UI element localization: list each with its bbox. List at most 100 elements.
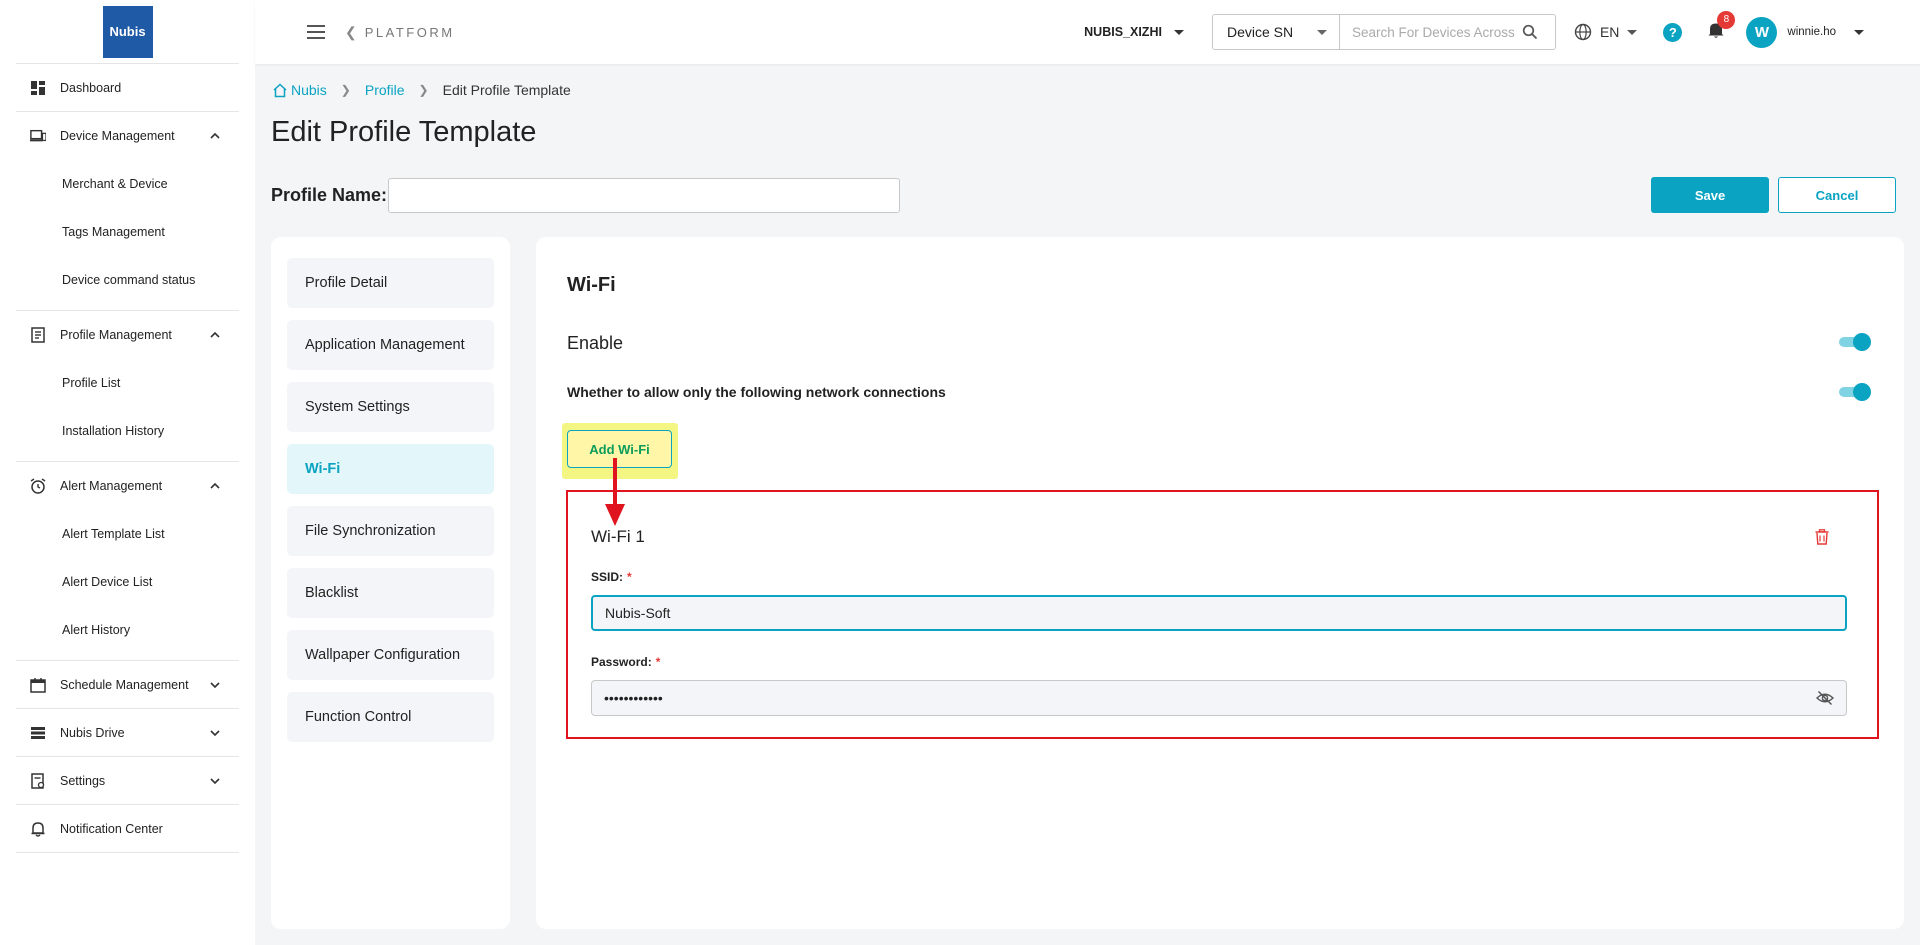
sidebar-item-label: Notification Center [60, 821, 163, 836]
notifications-button[interactable]: 8 [1708, 10, 1736, 44]
help-icon[interactable]: ? [1663, 22, 1683, 42]
profile-name-label: Profile Name: [271, 185, 388, 205]
password-field [591, 680, 1847, 716]
ssid-input[interactable] [591, 595, 1847, 631]
chevron-up-icon [210, 482, 220, 489]
notification-count-badge: 8 [1717, 10, 1736, 29]
cancel-button[interactable]: Cancel [1778, 177, 1896, 213]
page-title: Edit Profile Template [271, 116, 537, 148]
sidebar-item-alert-device-list[interactable]: Alert Device List [16, 558, 239, 606]
search-type-select[interactable]: Device SN [1213, 15, 1340, 49]
chevron-down-icon [210, 681, 220, 688]
language-select[interactable]: EN [1574, 23, 1638, 41]
device-management-submenu: Merchant & Device Tags Management Device… [16, 160, 239, 311]
eye-off-icon[interactable] [1816, 690, 1834, 706]
sidebar-item-notification-center[interactable]: Notification Center [16, 805, 239, 853]
sidebar-item-settings[interactable]: Settings [16, 757, 239, 805]
search-field [1340, 15, 1555, 49]
annotation-arrow-icon [605, 458, 625, 526]
ssid-label-text: SSID: [591, 570, 624, 584]
profile-name-input[interactable] [388, 178, 900, 213]
storage-icon [30, 725, 46, 741]
menu-toggle-icon[interactable] [307, 25, 325, 39]
caret-down-icon [1173, 29, 1184, 35]
save-button[interactable]: Save [1651, 177, 1769, 213]
help-glyph: ? [1668, 24, 1677, 40]
trash-icon[interactable] [1815, 529, 1829, 545]
alert-management-submenu: Alert Template List Alert Device List Al… [16, 510, 239, 661]
tab-system-settings[interactable]: System Settings [287, 382, 494, 432]
sidebar-item-device-command-status[interactable]: Device command status [16, 256, 239, 304]
top-bar: ❮ PLATFORM NUBIS_XIZHI Device SN EN ? 8 [255, 0, 1920, 64]
caret-down-icon [1316, 29, 1327, 35]
search-input[interactable] [1351, 24, 1522, 40]
sidebar-item-alert-history[interactable]: Alert History [16, 606, 239, 654]
sidebar-item-installation-history[interactable]: Installation History [16, 407, 239, 455]
sidebar-item-nubis-drive[interactable]: Nubis Drive [16, 709, 239, 757]
sidebar-item-label: Settings [60, 773, 106, 788]
dashboard-icon [30, 80, 46, 96]
chevron-down-icon [210, 729, 220, 736]
globe-icon [1574, 23, 1592, 41]
sidebar-item-profile-list[interactable]: Profile List [16, 359, 239, 407]
tab-file-synchronization[interactable]: File Synchronization [287, 506, 494, 556]
sidebar-item-label: Dashboard [60, 80, 122, 95]
logo-text: Nubis [109, 24, 146, 39]
sidebar-item-tags-management[interactable]: Tags Management [16, 208, 239, 256]
search-icon[interactable] [1522, 24, 1538, 40]
required-mark: * [655, 655, 661, 669]
enable-toggle[interactable] [1839, 332, 1871, 352]
profile-management-submenu: Profile List Installation History [16, 359, 239, 462]
required-mark: * [627, 570, 632, 584]
wifi-entry-title: Wi-Fi 1 [591, 527, 645, 546]
platform-label: PLATFORM [364, 24, 455, 40]
allow-only-networks-label: Whether to allow only the following netw… [567, 384, 946, 400]
ssid-label: SSID: * [591, 570, 632, 584]
allow-only-networks-toggle[interactable] [1839, 382, 1871, 402]
user-menu-caret-icon[interactable] [1854, 29, 1864, 35]
enable-label: Enable [567, 333, 624, 353]
breadcrumb-profile[interactable]: Profile [365, 82, 405, 98]
chevron-left-icon[interactable]: ❮ [345, 24, 357, 41]
wifi-settings-panel: Wi-Fi Enable Whether to allow only the f… [536, 237, 1904, 929]
tab-wifi[interactable]: Wi-Fi [287, 444, 494, 494]
wifi-entry-card: Wi-Fi 1 SSID:* Password:* [566, 490, 1879, 739]
device-icon [30, 128, 46, 144]
tab-application-management[interactable]: Application Management [287, 320, 494, 370]
organization-select[interactable]: NUBIS_XIZHI [1084, 25, 1184, 39]
sidebar-item-profile-management[interactable]: Profile Management [16, 311, 239, 359]
sidebar-item-schedule-management[interactable]: Schedule Management [16, 661, 239, 709]
sidebar-item-dashboard[interactable]: Dashboard [16, 64, 239, 112]
breadcrumb-home[interactable]: Nubis [272, 82, 327, 98]
sidebar-item-merchant-device[interactable]: Merchant & Device [16, 160, 239, 208]
tab-blacklist[interactable]: Blacklist [287, 568, 494, 618]
sidebar-item-alert-management[interactable]: Alert Management [16, 462, 239, 510]
organization-name: NUBIS_XIZHI [1084, 25, 1162, 39]
settings-icon [30, 772, 46, 789]
breadcrumb-home-label: Nubis [291, 82, 327, 98]
tab-function-control[interactable]: Function Control [287, 692, 494, 742]
caret-down-icon [1627, 29, 1638, 35]
tab-wallpaper-configuration[interactable]: Wallpaper Configuration [287, 630, 494, 680]
sidebar-item-label: Schedule Management [60, 677, 189, 692]
password-label: Password: * [591, 655, 660, 669]
chevron-right-icon: ❯ [418, 83, 429, 97]
sidebar-item-label: Alert Management [60, 479, 163, 493]
sidebar-item-device-management[interactable]: Device Management [16, 112, 239, 160]
sidebar-item-alert-template-list[interactable]: Alert Template List [16, 510, 239, 558]
breadcrumb: Nubis ❯ Profile ❯ Edit Profile Template [272, 82, 571, 98]
nubis-logo[interactable]: Nubis [102, 5, 153, 58]
tab-profile-detail[interactable]: Profile Detail [287, 258, 494, 308]
avatar[interactable]: W [1746, 16, 1778, 48]
sidebar: Nubis Dashboard Device Management Mercha… [0, 0, 255, 945]
device-search: Device SN [1211, 14, 1556, 50]
password-label-text: Password: [591, 655, 652, 669]
breadcrumb-current: Edit Profile Template [442, 82, 571, 98]
username[interactable]: winnie.ho [1787, 26, 1836, 38]
language-value: EN [1599, 24, 1620, 40]
home-icon [273, 82, 287, 97]
logo-area: Nubis [16, 0, 239, 64]
alarm-clock-icon [30, 478, 46, 494]
password-input[interactable] [592, 681, 1792, 715]
sidebar-nav: Dashboard Device Management Merchant & D… [16, 64, 239, 853]
